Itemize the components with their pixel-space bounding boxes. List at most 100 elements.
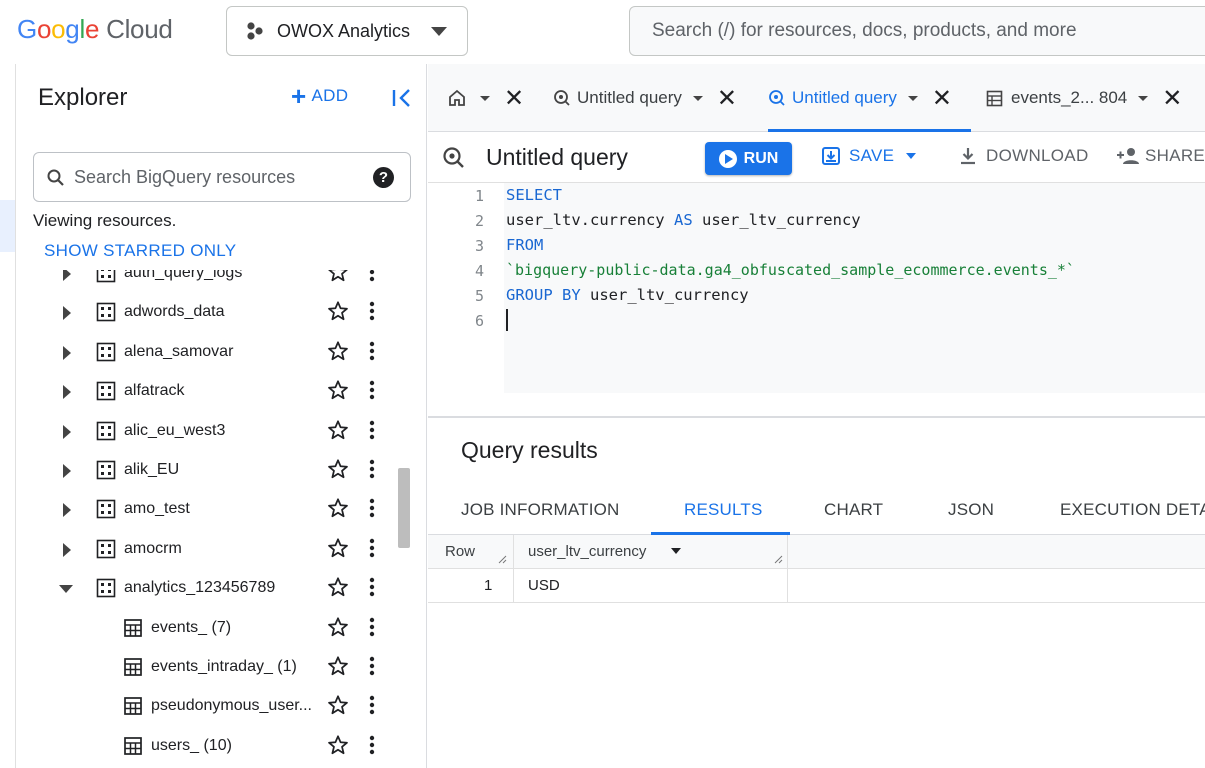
more-vert-icon[interactable] — [367, 379, 377, 406]
search-placeholder: Search BigQuery resources — [74, 167, 296, 187]
star-icon[interactable] — [327, 270, 349, 288]
column-resize-icon[interactable] — [774, 555, 783, 564]
tab-chart[interactable]: CHART — [824, 500, 883, 520]
sort-arrow-icon[interactable] — [671, 548, 681, 554]
expand-right-icon[interactable] — [63, 503, 71, 518]
more-vert-icon[interactable] — [367, 537, 377, 564]
sql-keyword: FROM — [506, 236, 544, 254]
dataset-label: amocrm — [124, 539, 182, 557]
run-button[interactable]: RUN — [705, 142, 792, 175]
dataset-row[interactable]: alic_eu_west3 — [17, 412, 409, 451]
tab-events-table[interactable]: events_2... 804 ✕ — [986, 64, 1182, 132]
tab-menu-icon[interactable] — [907, 95, 918, 101]
share-button[interactable]: SHARE — [1116, 146, 1205, 166]
dataset-row[interactable]: alik_EU — [17, 451, 409, 490]
star-icon[interactable] — [327, 458, 349, 485]
expand-right-icon[interactable] — [63, 464, 71, 478]
bigquery-resource-search[interactable]: Search BigQuery resources ? — [33, 152, 411, 202]
collapse-panel-button[interactable] — [389, 86, 415, 115]
star-icon[interactable] — [327, 576, 349, 603]
expand-right-icon[interactable] — [63, 542, 71, 557]
tab-json[interactable]: JSON — [948, 500, 994, 520]
more-vert-icon[interactable] — [367, 655, 377, 682]
dataset-row[interactable]: alfatrack — [17, 372, 409, 411]
expand-down-icon[interactable] — [59, 585, 73, 594]
star-icon[interactable] — [327, 497, 349, 524]
nav-rail-selected-item[interactable] — [0, 200, 15, 252]
table-row-item[interactable]: events_intraday_ (1) — [17, 648, 409, 687]
star-icon[interactable] — [327, 419, 349, 446]
dataset-row[interactable]: amocrm — [17, 530, 409, 569]
table-row-item[interactable]: users_ (10) — [17, 727, 409, 766]
expand-right-icon[interactable] — [63, 424, 71, 439]
resource-tree: auth_query_logs adwords_data alena_samovar… — [17, 270, 409, 768]
tab-home[interactable]: ✕ — [448, 64, 524, 132]
tree-scrollbar[interactable] — [398, 468, 410, 548]
show-starred-only-link[interactable]: SHOW STARRED ONLY — [44, 241, 236, 261]
tab-results[interactable]: RESULTS — [684, 500, 763, 520]
grid-header: Row user_ltv_currency — [428, 535, 1205, 569]
column-header-user-ltv-currency[interactable]: user_ltv_currency — [528, 535, 646, 569]
project-selector[interactable]: OWOX Analytics — [226, 6, 468, 56]
star-icon[interactable] — [327, 379, 349, 406]
table-row-item[interactable]: events_ (7) — [17, 609, 409, 648]
expand-right-icon[interactable] — [63, 385, 71, 400]
dataset-row[interactable]: alena_samovar — [17, 333, 409, 372]
line-number-gutter: 1 2 3 4 5 6 — [428, 183, 504, 416]
left-nav-rail — [0, 64, 16, 768]
more-vert-icon[interactable] — [367, 576, 377, 603]
download-button[interactable]: DOWNLOAD — [958, 146, 1089, 166]
star-icon[interactable] — [327, 655, 349, 682]
more-vert-icon[interactable] — [367, 734, 377, 761]
star-icon[interactable] — [327, 616, 349, 643]
more-vert-icon[interactable] — [367, 340, 377, 367]
tab-menu-icon[interactable] — [1138, 95, 1149, 101]
tab-menu-icon[interactable] — [480, 95, 490, 101]
star-icon[interactable] — [327, 300, 349, 327]
query-icon — [554, 90, 570, 106]
global-search-input[interactable]: Search (/) for resources, docs, products… — [629, 6, 1205, 56]
line-number: 6 — [474, 312, 484, 330]
more-vert-icon[interactable] — [367, 300, 377, 327]
star-icon[interactable] — [327, 537, 349, 564]
expand-right-icon[interactable] — [63, 306, 71, 321]
row-number-cell: 1 — [484, 577, 493, 594]
editor-results-divider[interactable] — [428, 416, 1205, 418]
close-icon[interactable]: ✕ — [932, 84, 952, 113]
close-icon[interactable]: ✕ — [504, 84, 524, 113]
sql-identifier: user_ltv_currency — [692, 211, 861, 229]
line-number: 1 — [474, 187, 484, 205]
close-icon[interactable]: ✕ — [1162, 84, 1182, 113]
tab-menu-icon[interactable] — [692, 95, 703, 101]
save-button[interactable]: SAVE — [821, 146, 917, 166]
tab-untitled-query-2[interactable]: Untitled query ✕ — [768, 64, 971, 132]
star-icon[interactable] — [327, 694, 349, 721]
more-vert-icon[interactable] — [367, 616, 377, 643]
add-button[interactable]: + ADD — [291, 83, 348, 109]
column-resize-icon[interactable] — [498, 555, 507, 564]
code-line-2: user_ltv.currency AS user_ltv_currency — [506, 211, 861, 229]
help-icon[interactable]: ? — [373, 167, 394, 188]
google-cloud-logo[interactable]: Google Cloud — [17, 14, 173, 45]
tab-execution-details[interactable]: EXECUTION DETA — [1060, 500, 1205, 520]
more-vert-icon[interactable] — [367, 694, 377, 721]
add-person-icon — [1117, 148, 1139, 164]
expand-right-icon[interactable] — [63, 270, 71, 281]
more-vert-icon[interactable] — [367, 497, 377, 524]
star-icon[interactable] — [327, 340, 349, 367]
star-icon[interactable] — [327, 734, 349, 761]
sql-editor[interactable]: 1 2 3 4 5 6 SELECT user_ltv.currency AS … — [428, 183, 1205, 416]
dataset-row[interactable]: auth_query_logs — [17, 270, 409, 293]
expand-right-icon[interactable] — [63, 345, 71, 360]
more-vert-icon[interactable] — [367, 270, 377, 288]
table-label: users_ (10) — [151, 736, 232, 754]
tab-untitled-query-1[interactable]: Untitled query ✕ — [553, 64, 737, 132]
dataset-row[interactable]: analytics_123456789 — [17, 569, 409, 608]
tab-job-information[interactable]: JOB INFORMATION — [461, 500, 620, 520]
more-vert-icon[interactable] — [367, 458, 377, 485]
dataset-row[interactable]: amo_test — [17, 490, 409, 529]
close-icon[interactable]: ✕ — [717, 84, 737, 113]
dataset-row[interactable]: adwords_data — [17, 293, 409, 332]
more-vert-icon[interactable] — [367, 419, 377, 446]
table-row-item[interactable]: pseudonymous_user... — [17, 687, 409, 726]
